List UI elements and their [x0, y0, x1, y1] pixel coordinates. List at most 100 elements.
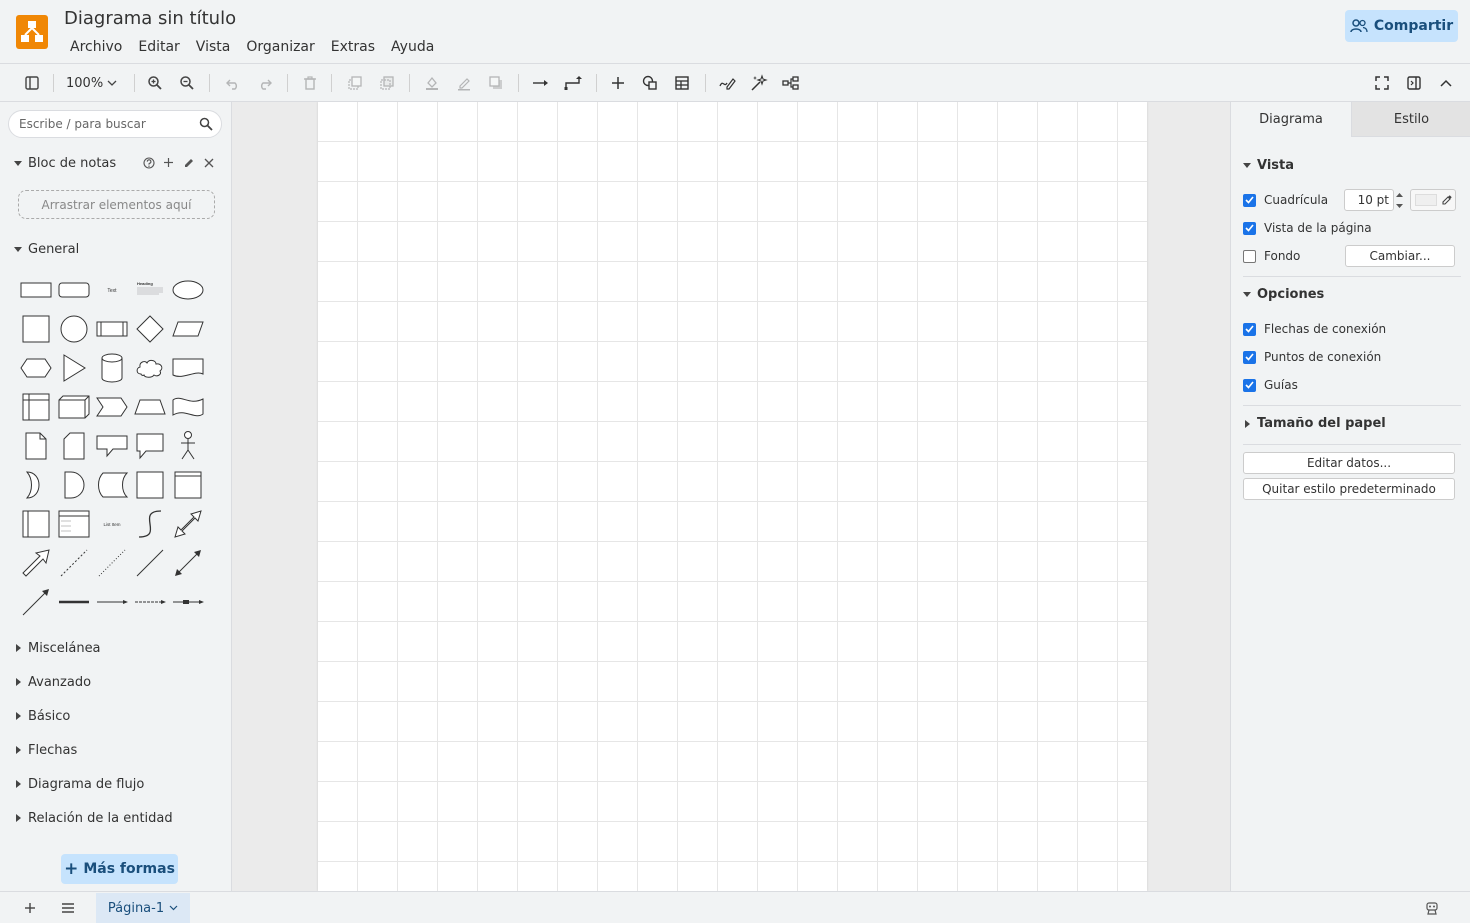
clear-default-style-button[interactable]: Quitar estilo predeterminado — [1243, 478, 1455, 500]
tab-estilo[interactable]: Estilo — [1351, 102, 1470, 137]
format-panel-icon[interactable] — [1402, 72, 1426, 94]
sidebar-item-relacion-entidad[interactable]: Relación de la entidad — [14, 809, 173, 827]
scratchpad-dropzone[interactable]: Arrastrar elementos aquí — [18, 190, 215, 219]
shapes-icon[interactable] — [638, 72, 662, 94]
triangle-shape[interactable] — [55, 348, 93, 387]
zoom-in-icon[interactable] — [143, 72, 167, 94]
connection-points-checkbox[interactable] — [1243, 350, 1256, 364]
grid-size-input[interactable]: 10 pt — [1344, 189, 1394, 211]
shadow-icon[interactable] — [484, 72, 508, 94]
share-button[interactable]: Compartir — [1345, 10, 1458, 42]
insert-icon[interactable] — [606, 72, 630, 94]
curve-shape[interactable] — [131, 504, 169, 543]
tape-shape[interactable] — [169, 387, 207, 426]
connector-with-label-shape[interactable] — [169, 582, 207, 621]
scratchpad-header[interactable]: Bloc de notas — [14, 154, 116, 172]
diagram-canvas[interactable] — [232, 102, 1230, 891]
ellipse-shape[interactable] — [169, 270, 207, 309]
table-icon[interactable] — [670, 72, 694, 94]
general-section-header[interactable]: General — [14, 240, 79, 258]
actor-shape[interactable] — [169, 426, 207, 465]
trapezoid-shape[interactable] — [131, 387, 169, 426]
directional-connector-shape[interactable] — [17, 582, 55, 621]
drawio-logo-icon[interactable] — [16, 15, 48, 49]
help-icon[interactable] — [142, 156, 155, 169]
freehand-icon[interactable] — [715, 72, 739, 94]
redo-icon[interactable] — [253, 72, 277, 94]
square-shape[interactable] — [17, 309, 55, 348]
paper-size-section-header[interactable]: Tamaño del papel — [1243, 416, 1386, 431]
layout-icon[interactable] — [779, 72, 803, 94]
waypoints-icon[interactable] — [561, 72, 585, 94]
chevron-up-icon[interactable] — [1395, 192, 1403, 197]
connection-arrows-checkbox[interactable] — [1243, 322, 1256, 336]
search-input[interactable] — [19, 116, 189, 132]
cube-shape[interactable] — [55, 387, 93, 426]
sidebar-toggle-icon[interactable] — [20, 72, 44, 94]
sidebar-item-basico[interactable]: Básico — [14, 707, 70, 725]
link-shape[interactable] — [55, 582, 93, 621]
process-shape[interactable] — [93, 309, 131, 348]
list-shape[interactable] — [55, 504, 93, 543]
document-shape[interactable] — [169, 348, 207, 387]
arrow-shape[interactable] — [17, 543, 55, 582]
sidebar-item-diagrama-de-flujo[interactable]: Diagrama de flujo — [14, 775, 144, 793]
fullscreen-icon[interactable] — [1370, 72, 1394, 94]
magic-icon[interactable] — [747, 72, 771, 94]
add-page-icon[interactable] — [20, 898, 40, 918]
or-shape[interactable] — [17, 465, 55, 504]
bidirectional-connector-shape[interactable] — [169, 543, 207, 582]
bidirectional-arrow-shape[interactable] — [169, 504, 207, 543]
list-item-shape[interactable]: List Item — [93, 504, 131, 543]
to-back-icon[interactable] — [375, 72, 399, 94]
view-section-header[interactable]: Vista — [1243, 158, 1294, 173]
zoom-dropdown[interactable]: 100% — [66, 73, 117, 93]
hexagon-shape[interactable] — [17, 348, 55, 387]
document-title[interactable]: Diagrama sin título — [64, 8, 236, 29]
internal-storage-shape[interactable] — [17, 387, 55, 426]
menu-archivo[interactable]: Archivo — [62, 38, 130, 56]
menu-ayuda[interactable]: Ayuda — [383, 38, 442, 56]
textbox-shape[interactable]: Heading — [131, 270, 169, 309]
options-section-header[interactable]: Opciones — [1243, 287, 1324, 302]
parallelogram-shape[interactable] — [169, 309, 207, 348]
sidebar-item-miscelanea[interactable]: Miscelánea — [14, 639, 101, 657]
cloud-shape[interactable] — [131, 348, 169, 387]
delete-icon[interactable] — [298, 72, 322, 94]
speech-bubble-shape[interactable] — [131, 426, 169, 465]
and-shape[interactable] — [55, 465, 93, 504]
chevron-down-icon[interactable] — [169, 905, 178, 911]
grid-size-stepper[interactable] — [1394, 189, 1404, 211]
edge-shape[interactable] — [93, 582, 131, 621]
dotted-line-shape[interactable] — [93, 543, 131, 582]
pages-menu-icon[interactable] — [58, 898, 78, 918]
background-checkbox[interactable] — [1243, 249, 1256, 263]
zoom-out-icon[interactable] — [175, 72, 199, 94]
bot-icon[interactable] — [1422, 898, 1442, 918]
dashed-line-shape[interactable] — [55, 543, 93, 582]
menu-organizar[interactable]: Organizar — [238, 38, 322, 56]
text-shape[interactable]: Text — [93, 270, 131, 309]
more-shapes-button[interactable]: + Más formas — [61, 854, 178, 884]
diamond-shape[interactable] — [131, 309, 169, 348]
sidebar-item-flechas[interactable]: Flechas — [14, 741, 77, 759]
line-shape[interactable] — [131, 543, 169, 582]
page-view-checkbox[interactable] — [1243, 221, 1256, 235]
sidebar-item-avanzado[interactable]: Avanzado — [14, 673, 91, 691]
chevron-down-icon[interactable] — [1395, 203, 1403, 208]
add-icon[interactable] — [162, 156, 175, 169]
close-icon[interactable] — [202, 156, 215, 169]
to-front-icon[interactable] — [343, 72, 367, 94]
search-icon[interactable] — [199, 117, 213, 135]
tab-diagrama[interactable]: Diagrama — [1231, 102, 1351, 137]
undo-icon[interactable] — [221, 72, 245, 94]
grid-checkbox[interactable] — [1243, 193, 1256, 207]
edit-data-button[interactable]: Editar datos... — [1243, 452, 1455, 474]
step-shape[interactable] — [93, 387, 131, 426]
callout-shape[interactable] — [93, 426, 131, 465]
collapse-icon[interactable] — [1434, 72, 1458, 94]
change-background-button[interactable]: Cambiar... — [1345, 245, 1455, 267]
card-shape[interactable] — [55, 426, 93, 465]
circle-shape[interactable] — [55, 309, 93, 348]
swimlane-shape[interactable] — [169, 465, 207, 504]
